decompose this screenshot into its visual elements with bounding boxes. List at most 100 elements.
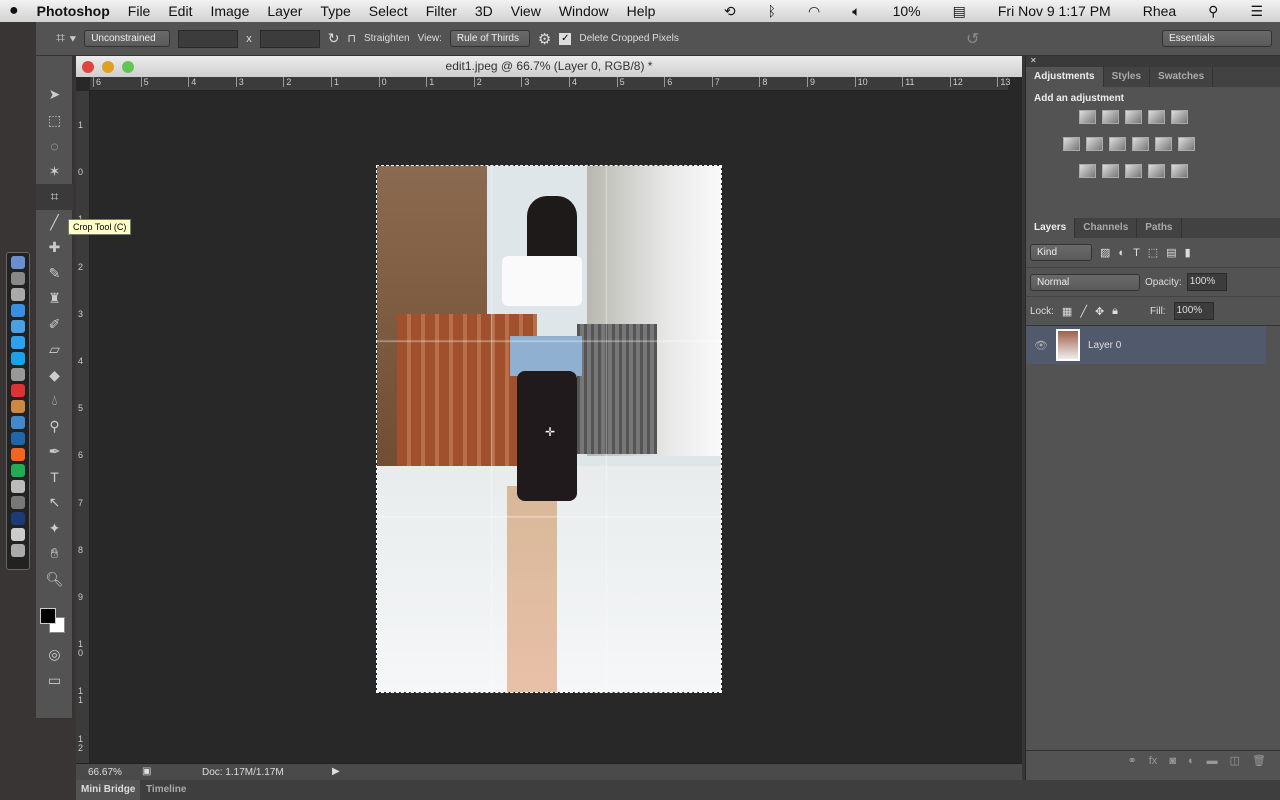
volume-icon[interactable]: 🔈︎ [843,3,869,20]
tab-mini-bridge[interactable]: Mini Bridge [76,780,141,800]
lock-all-icon[interactable]: 🔒︎ [1112,305,1118,318]
workspace-select[interactable]: Essentials [1162,30,1272,47]
status-menu-arrow-icon[interactable]: ▶ [332,766,340,777]
posterize-icon[interactable] [1102,164,1119,178]
menu-type[interactable]: Type [311,3,359,19]
menu-help[interactable]: Help [618,3,665,19]
tab-channels[interactable]: Channels [1075,218,1138,238]
blur-icon[interactable]: 💧︎ [36,388,73,414]
dock-app-icon[interactable] [11,512,25,525]
view-select[interactable]: Rule of Thirds [449,30,530,47]
brightness-icon[interactable] [1079,110,1096,124]
vibrance-icon[interactable] [1171,110,1188,124]
visibility-eye-icon[interactable]: 👁︎ [1026,339,1056,352]
dock-app-icon[interactable] [11,304,25,317]
panel-close-icon[interactable]: ✕ [1026,56,1280,67]
filter-smart-icon[interactable]: ▤ [1166,246,1176,259]
levels-icon[interactable] [1102,110,1119,124]
menu-3d[interactable]: 3D [466,3,502,19]
close-button[interactable] [82,61,94,73]
magic-wand-icon[interactable]: ✶ [36,159,73,185]
move-tool-icon[interactable]: ➤ [36,82,73,108]
path-select-icon[interactable]: ↖ [36,490,73,516]
ratio-select[interactable]: Unconstrained [84,30,171,47]
filter-adjustment-icon[interactable]: ◐ [1118,247,1125,259]
gear-icon[interactable]: ⚙ [538,30,551,48]
dock-app-icon[interactable] [11,384,25,397]
menu-file[interactable]: File [119,3,160,19]
tab-swatches[interactable]: Swatches [1150,67,1214,87]
menu-app[interactable]: Photoshop [28,3,119,19]
minimize-button[interactable] [102,61,114,73]
dock-app-icon[interactable] [11,368,25,381]
menu-image[interactable]: Image [201,3,258,19]
screen-mode-icon[interactable]: ▭ [36,668,73,694]
curves-icon[interactable] [1125,110,1142,124]
lock-transparent-icon[interactable]: ▦ [1062,305,1072,318]
link-layers-icon[interactable]: ⚭ [1128,754,1137,767]
hue-saturation-icon[interactable] [1063,137,1080,151]
photo-filter-icon[interactable] [1132,137,1149,151]
filter-shape-icon[interactable]: ⬚ [1148,246,1158,259]
crop-tool-icon[interactable]: ⌗ [36,184,73,210]
dock-app-icon[interactable] [11,496,25,509]
delete-cropped-checkbox[interactable]: ✓ [559,32,572,45]
menu-view[interactable]: View [502,3,550,19]
color-lookup-icon[interactable] [1178,137,1195,151]
new-layer-icon[interactable]: ◫ [1230,754,1240,767]
quick-mask-icon[interactable]: ◎ [36,642,73,668]
undo-icon[interactable]: ↺ [966,29,979,49]
group-folder-icon[interactable]: ▬ [1207,755,1218,767]
menu-layer[interactable]: Layer [258,3,311,19]
tab-timeline[interactable]: Timeline [146,780,186,800]
healing-brush-icon[interactable]: ✚ [36,235,73,261]
clock[interactable]: Fri Nov 9 1:17 PM [989,3,1120,19]
opacity-field[interactable]: 100% [1186,273,1227,291]
battery-text[interactable]: 10% [884,3,930,19]
layer-row[interactable]: 👁︎ Layer 0 [1026,326,1266,364]
dock-app-icon[interactable] [11,288,25,301]
mask-icon[interactable]: ◙ [1169,755,1176,767]
blend-mode-select[interactable]: Normal [1030,273,1140,291]
bluetooth-icon[interactable]: ᛒ [759,3,785,19]
dock-app-icon[interactable] [11,480,25,493]
crop-tool-icon[interactable]: ⌗ ▾ [56,30,76,48]
layer-name[interactable]: Layer 0 [1088,340,1121,351]
rotate-icon[interactable]: ↻ [328,30,340,47]
hand-icon[interactable]: ✋︎ [36,541,73,567]
status-icon[interactable]: ▣ [142,766,151,777]
dock-app-icon[interactable] [11,256,25,269]
dock-app-icon[interactable] [11,336,25,349]
foreground-color[interactable] [40,608,56,624]
apple-icon[interactable]: ● [0,2,28,20]
fx-icon[interactable]: fx [1149,755,1158,767]
spotlight-icon[interactable]: ⚲ [1199,3,1227,20]
tab-adjustments[interactable]: Adjustments [1026,67,1104,87]
dock-app-icon[interactable] [11,416,25,429]
invert-icon[interactable] [1079,164,1096,178]
zoom-level[interactable]: 66.67% [88,767,122,778]
history-brush-icon[interactable]: ✐ [36,312,73,338]
menu-filter[interactable]: Filter [417,3,466,19]
dock-app-icon[interactable] [11,400,25,413]
dock-app-icon[interactable] [11,320,25,333]
stamp-icon[interactable]: ♜ [36,286,73,312]
list-icon[interactable]: ☰ [1241,3,1272,20]
time-machine-icon[interactable]: ⟲ [715,3,745,20]
eraser-icon[interactable]: ▱ [36,337,73,363]
selective-color-icon[interactable] [1148,164,1165,178]
color-balance-icon[interactable] [1086,137,1103,151]
user-name[interactable]: Rhea [1134,3,1185,19]
dock-app-icon[interactable] [11,272,25,285]
pen-icon[interactable]: ✒ [36,439,73,465]
menu-window[interactable]: Window [550,3,618,19]
shape-icon[interactable]: ✦ [36,516,73,542]
type-icon[interactable]: T [36,465,73,491]
height-field[interactable] [259,29,320,48]
adjustment-layer-icon[interactable]: ◐ [1188,755,1195,767]
black-white-icon[interactable] [1109,137,1126,151]
trash-icon[interactable]: 🗑︎ [1252,754,1266,767]
dock-app-icon[interactable] [11,352,25,365]
dock-app-icon[interactable] [11,464,25,477]
exposure-icon[interactable] [1148,110,1165,124]
